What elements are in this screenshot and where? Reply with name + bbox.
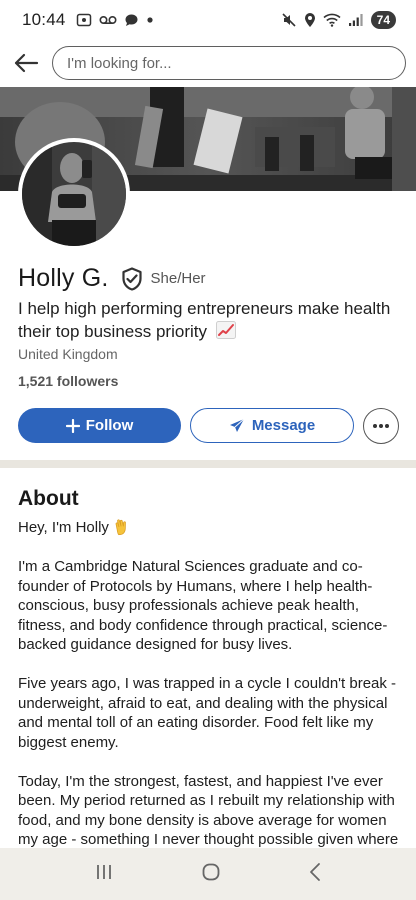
about-paragraph-2: Five years ago, I was trapped in a cycle… xyxy=(18,675,397,751)
about-paragraph-3: Today, I'm the strongest, fastest, and h… xyxy=(18,772,399,849)
battery-indicator: 74 xyxy=(370,11,396,29)
location-icon xyxy=(304,13,315,27)
chart-increasing-emoji xyxy=(215,321,236,339)
plus-icon xyxy=(65,418,80,433)
profile-photo xyxy=(22,142,126,246)
name-row: Holly G. She/Her xyxy=(18,264,206,293)
avatar[interactable] xyxy=(18,138,130,250)
profile-name: Holly G. xyxy=(18,264,109,292)
search-placeholder: I'm looking for... xyxy=(67,54,172,72)
status-notification-icons xyxy=(76,12,154,28)
back-nav-button[interactable] xyxy=(308,862,322,887)
followers-count[interactable]: 1,521 followers xyxy=(18,373,118,389)
chat-bubble-icon xyxy=(125,14,138,26)
chevron-left-icon xyxy=(310,862,321,881)
message-label: Message xyxy=(251,417,316,434)
follow-label: Follow xyxy=(85,417,134,434)
mute-icon xyxy=(282,13,296,27)
about-text[interactable]: Hey, I'm Holly I'm a Cambridge Natural S… xyxy=(18,518,410,869)
location: United Kingdom xyxy=(18,346,118,362)
waving-hand-emoji xyxy=(115,519,126,535)
status-time: 10:44 xyxy=(22,10,66,29)
dot-icon xyxy=(146,17,153,23)
pronouns: She/Her xyxy=(150,270,206,287)
recent-apps-icon xyxy=(96,864,111,879)
arrow-left-icon xyxy=(14,53,39,73)
home-icon xyxy=(202,863,220,880)
about-greeting: Hey, I'm Holly xyxy=(18,518,410,538)
about-paragraph-1: I'm a Cambridge Natural Sciences graduat… xyxy=(18,558,388,653)
screenshot-icon xyxy=(76,13,91,27)
verified-shield-icon[interactable] xyxy=(121,266,143,291)
about-heading: About xyxy=(18,487,79,510)
headline: I help high performing entrepreneurs mak… xyxy=(18,297,408,343)
headline-text: I help high performing entrepreneurs mak… xyxy=(18,299,391,341)
more-options-button[interactable] xyxy=(363,408,399,444)
voicemail-icon xyxy=(99,15,117,25)
signal-icon xyxy=(348,14,363,26)
message-button[interactable]: Message xyxy=(190,408,354,443)
send-icon xyxy=(229,418,245,432)
status-bar: 10:44 74 xyxy=(0,0,416,40)
recent-apps-button[interactable] xyxy=(94,863,114,886)
search-input[interactable]: I'm looking for... xyxy=(52,46,406,80)
top-bar: I'm looking for... xyxy=(0,40,416,86)
greeting-text: Hey, I'm Holly xyxy=(18,519,109,536)
more-horizontal-icon xyxy=(373,424,389,428)
section-divider xyxy=(0,460,416,468)
system-navigation-bar xyxy=(0,848,416,900)
wifi-icon xyxy=(323,13,341,27)
home-button[interactable] xyxy=(201,862,221,887)
back-button[interactable] xyxy=(12,49,40,77)
follow-button[interactable]: Follow xyxy=(18,408,181,443)
status-system-icons: 74 xyxy=(281,11,396,29)
